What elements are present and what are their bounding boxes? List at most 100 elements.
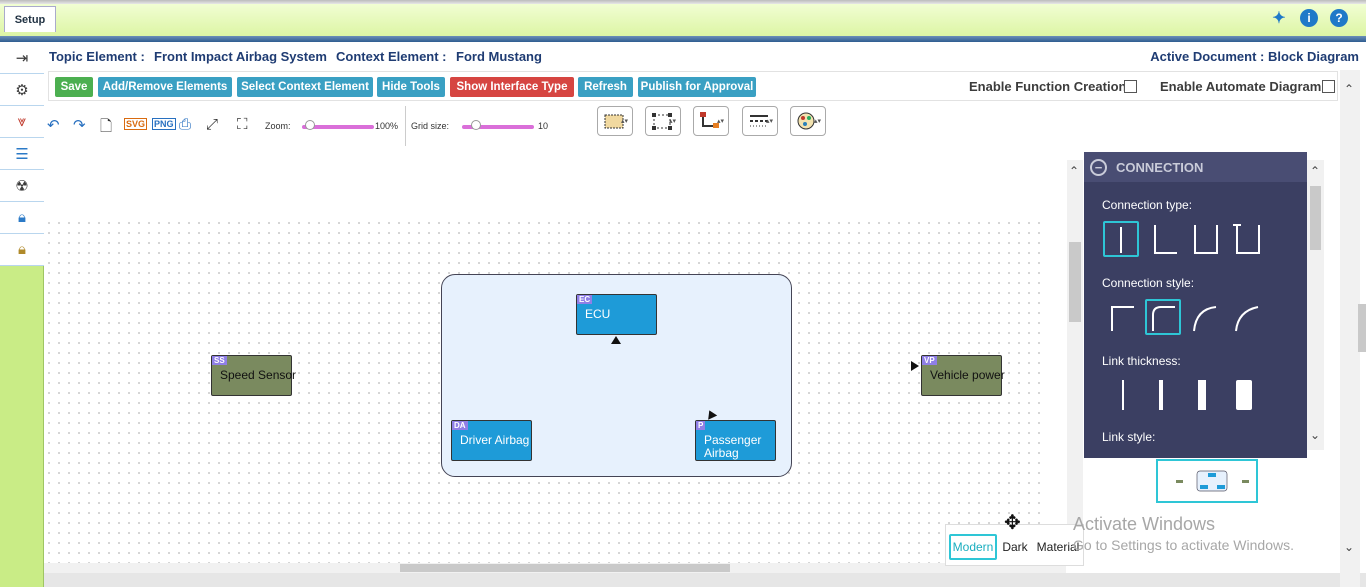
hide-tools-button[interactable]: Hide Tools [377,77,445,97]
connection-style-arc[interactable] [1228,299,1264,335]
link-thickness-2[interactable] [1144,378,1180,414]
node-badge: P [696,421,706,430]
connection-type-u[interactable] [1189,221,1225,257]
link-thickness-1[interactable] [1106,378,1142,414]
connection-type-u-open[interactable] [1231,221,1267,257]
line-format-icon [750,115,768,127]
line-format-dropdown[interactable]: ▴▾ [742,106,778,136]
bottom-strip [44,573,1366,587]
node-badge: EC [577,295,593,304]
sidebar-item-export[interactable]: ⇥ [0,42,44,74]
header-info: Topic Element : Front Impact Airbag Syst… [44,44,1366,70]
enable-automate-diagram-label: Enable Automate Diagram [1160,79,1322,94]
activation-watermark: Activate Windows Go to Settings to activ… [1073,514,1294,553]
new-page-icon[interactable]: 🗋︎ [100,116,112,141]
fit-screen-icon[interactable]: ⤢ [206,116,218,133]
diagram-minimap[interactable] [1156,459,1258,503]
scroll-up-arrow[interactable]: ⌃ [1344,82,1354,96]
refresh-button[interactable]: Refresh [578,77,633,97]
node-ecu[interactable]: EC ECU [576,294,657,335]
radiation-icon: ☢ [15,177,29,195]
stack-icon: ☰ [15,145,29,163]
theme-dark[interactable]: Dark [998,534,1032,560]
scroll-down-arrow[interactable]: ⌄ [1344,540,1354,554]
active-document: Active Document : Block Diagram [1150,49,1359,64]
lock-icon: 🔒︎ [18,209,26,226]
export-icon: ⇥ [15,49,29,67]
node-vehicle-power[interactable]: VP Vehicle power [921,355,1005,396]
connection-style-sharp[interactable] [1106,299,1142,335]
sidebar-item-secure[interactable]: 🔒︎ [0,234,44,266]
sidebar-item-stack[interactable]: ☰ [0,138,44,170]
fill-format-icon [604,114,624,129]
u-open-icon [1233,224,1260,254]
connection-panel: − CONNECTION Connection type: Connection… [1084,152,1307,458]
theme-modern[interactable]: Modern [949,534,997,560]
fullscreen-icon[interactable]: ⛶ [237,116,248,133]
connection-type-l[interactable] [1149,221,1185,257]
redo-icon[interactable]: ↷ [73,116,86,134]
scrollbar-thumb[interactable] [1310,186,1321,250]
node-badge: SS [212,356,227,365]
node-speed-sensor[interactable]: SS Speed Sensor [211,355,296,396]
move-icon[interactable]: ✥ [1004,510,1021,535]
select-context-element-button[interactable]: Select Context Element [237,77,373,97]
save-button[interactable]: Save [55,77,93,97]
connection-style-curved[interactable] [1188,299,1224,335]
connector-format-dropdown[interactable]: ▴▾ [693,106,729,136]
node-passenger-airbag[interactable]: P Passenger Airbag [695,420,776,461]
sidebar-item-lock[interactable]: 🔒︎ [0,202,44,234]
scroll-down-arrow[interactable]: ⌄ [1310,428,1320,442]
rounded-corner-icon [1152,306,1175,331]
canvas-horizontal-scrollbar[interactable] [44,563,1066,573]
border-format-dropdown[interactable]: ▴▾ [645,106,681,136]
show-interface-type-button[interactable]: Show Interface Type [450,77,574,97]
publish-for-approval-button[interactable]: Publish for Approval [638,77,756,97]
collapse-icon[interactable]: − [1090,158,1107,176]
thick-line-icon [1198,380,1206,410]
print-icon[interactable]: ⎙ [179,116,191,133]
canvas-vertical-scrollbar[interactable]: ⌃ [1067,160,1083,560]
pin-icon[interactable]: ✦ [1270,9,1288,27]
sidebar-item-settings[interactable]: ⚙ [0,74,44,106]
info-icon[interactable]: i [1300,9,1318,27]
scrollbar-thumb[interactable] [1358,304,1366,352]
export-svg-icon[interactable]: SVG [124,118,148,130]
scrollbar-thumb[interactable] [400,564,730,572]
port-arrow[interactable] [611,336,621,344]
header-stripe [0,36,1366,42]
connection-style-rounded[interactable] [1145,299,1181,335]
thickest-line-icon [1236,380,1252,410]
connection-type-straight[interactable] [1103,221,1139,257]
sidebar-item-hazard[interactable]: ☢ [0,170,44,202]
enable-automate-diagram-checkbox[interactable] [1322,80,1335,93]
undo-icon[interactable]: ↶ [47,116,60,134]
watermark-title: Activate Windows [1073,514,1216,534]
link-thickness-3[interactable] [1184,378,1220,414]
node-driver-airbag[interactable]: DA Driver Airbag [451,420,532,461]
port-arrow[interactable] [911,361,919,371]
export-png-icon[interactable]: PNG [152,118,176,130]
gear-icon: ⚙ [15,81,29,99]
scrollbar-thumb[interactable] [1069,242,1081,322]
sidebar-item-layers[interactable]: ⩔ [0,106,44,138]
fill-format-dropdown[interactable]: ▴▾ [597,106,633,136]
zoom-slider-handle[interactable] [304,120,315,130]
tab-setup[interactable]: Setup [4,6,56,32]
u-shape-icon [1194,225,1218,254]
border-format-icon [652,113,672,130]
page-scrollbar[interactable]: ⌃ ⌄ [1340,70,1366,587]
scroll-up-arrow[interactable]: ⌃ [1310,164,1320,178]
connection-panel-header[interactable]: − CONNECTION [1084,152,1307,182]
node-label: Driver Airbag [460,433,530,447]
enable-function-creation-checkbox[interactable] [1124,80,1137,93]
add-remove-elements-button[interactable]: Add/Remove Elements [98,77,232,97]
style-format-dropdown[interactable]: ▴▾ [790,106,826,136]
panel-scrollbar[interactable]: ⌃ ⌄ [1307,160,1324,450]
minimap-preview [1176,470,1249,492]
scroll-up-arrow[interactable]: ⌃ [1069,164,1079,178]
toolbar-divider [405,106,406,146]
link-thickness-4[interactable] [1225,378,1261,414]
help-icon[interactable]: ? [1330,9,1348,27]
zoom-value: 100% [375,121,399,131]
